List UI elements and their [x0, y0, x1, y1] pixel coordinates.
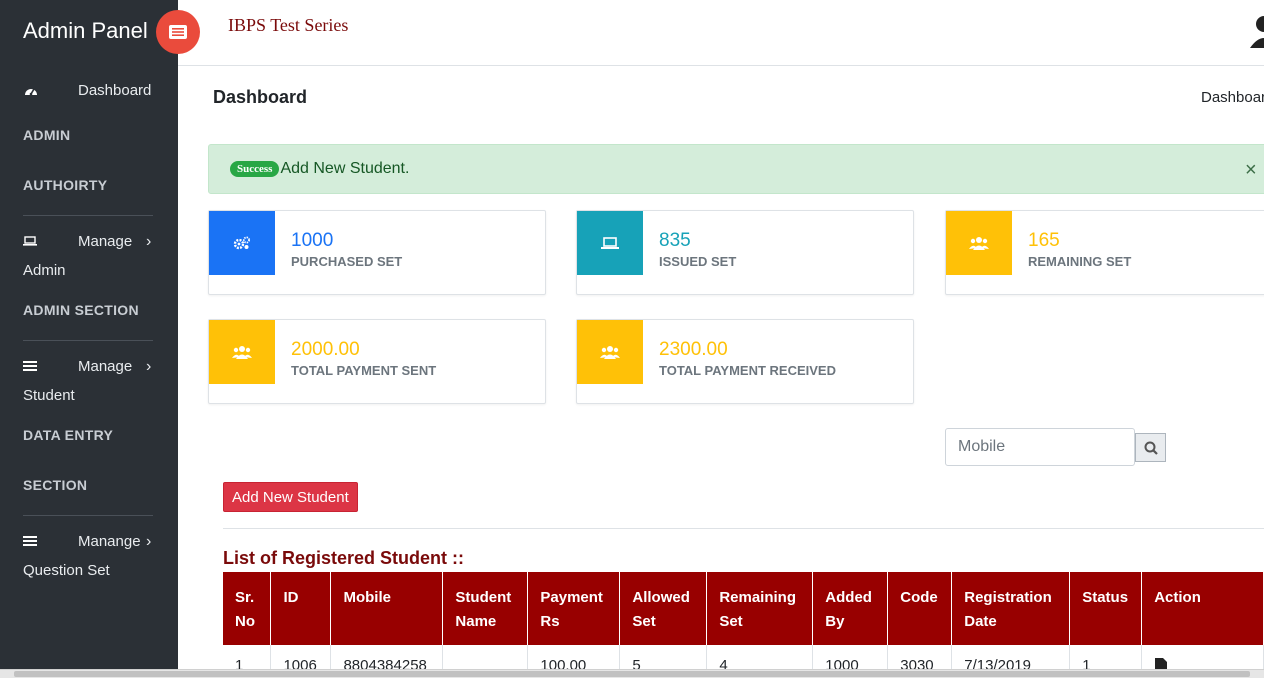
search-icon [1144, 441, 1158, 455]
chevron-right-icon: › [146, 233, 152, 250]
page-title: Dashboard [213, 87, 308, 107]
chevron-right-icon: › [146, 358, 152, 375]
stat-card-issued: 835 ISSUED SET [576, 210, 914, 295]
sidebar: Admin Panel Dashboard ADMIN AUTHOIRTY Ma… [0, 0, 178, 678]
search-button[interactable] [1135, 433, 1166, 462]
sidebar-item-manage-student[interactable]: Manage Student › [0, 351, 178, 411]
column-header[interactable]: ID [270, 572, 332, 645]
users-icon [209, 320, 275, 384]
column-header[interactable]: Student Name [442, 572, 529, 645]
sidebar-item-label: Dashboard [78, 81, 152, 99]
list-title: List of Registered Student :: [223, 548, 465, 568]
column-header[interactable]: Allowed Set [619, 572, 708, 645]
stat-label: ISSUED SET [659, 254, 737, 269]
section-heading: ADMIN [23, 127, 71, 143]
brand-title: Admin Panel [23, 18, 148, 43]
sidebar-toggle-button[interactable] [156, 10, 200, 54]
column-header[interactable]: Action [1141, 572, 1264, 645]
users-icon [577, 320, 643, 384]
column-header[interactable]: Added By [812, 572, 889, 645]
column-header[interactable]: Sr. No [223, 572, 272, 645]
cogs-icon [209, 211, 275, 275]
section-heading: ADMIN SECTION [23, 302, 139, 318]
status-badge: Success [230, 161, 280, 177]
stat-label: REMAINING SET [1028, 254, 1132, 269]
horizontal-scrollbar[interactable] [0, 669, 1264, 678]
users-icon [946, 211, 1012, 275]
stat-value: 2300.00 [659, 339, 728, 360]
sidebar-item-label: Admin [23, 262, 66, 279]
close-icon[interactable]: × [1245, 159, 1257, 182]
stat-card-payment-sent: 2000.00 TOTAL PAYMENT SENT [208, 319, 546, 404]
stat-label: TOTAL PAYMENT SENT [291, 363, 437, 378]
list-icon [23, 361, 39, 371]
laptop-icon [577, 211, 643, 275]
section-heading: AUTHOIRTY [23, 177, 108, 193]
sidebar-item-manage-admin[interactable]: Manage Admin › [0, 226, 178, 286]
menu-icon [169, 25, 187, 39]
stat-card-remaining: 165 REMAINING SET [945, 210, 1264, 295]
stat-label: TOTAL PAYMENT RECEIVED [659, 363, 836, 378]
mobile-search-input[interactable] [945, 428, 1135, 466]
stat-card-purchased: 1000 PURCHASED SET [208, 210, 546, 295]
sidebar-item-manage-question-set[interactable]: Manange Question Set › [0, 526, 178, 586]
sidebar-item-label: Manange [78, 532, 141, 550]
list-icon [23, 536, 39, 546]
user-icon[interactable] [1250, 14, 1264, 53]
sidebar-item-label: Manage [78, 357, 133, 375]
column-header[interactable]: Status [1069, 572, 1143, 645]
section-heading: DATA ENTRY [23, 427, 114, 443]
dashboard-icon [23, 83, 39, 97]
sidebar-item-dashboard[interactable]: Dashboard [0, 62, 178, 118]
chevron-right-icon: › [146, 533, 152, 550]
section-heading: SECTION [23, 477, 88, 493]
top-bar: IBPS Test Series [178, 0, 1264, 66]
scrollbar-thumb[interactable] [14, 671, 1250, 677]
student-table: Sr. No ID Mobile Student Name Payment Rs… [223, 572, 1264, 678]
brand: Admin Panel [0, 0, 178, 62]
stat-value: 2000.00 [291, 339, 360, 360]
breadcrumb[interactable]: Dashboard [1201, 89, 1264, 106]
stat-value: 1000 [291, 230, 334, 251]
column-header[interactable]: Mobile [330, 572, 444, 645]
app-title: IBPS Test Series [228, 15, 349, 35]
laptop-icon [23, 236, 39, 246]
alert-message: Add New Student. [280, 160, 410, 177]
stat-card-payment-received: 2300.00 TOTAL PAYMENT RECEIVED [576, 319, 914, 404]
sidebar-item-label: Question Set [23, 562, 110, 579]
column-header[interactable]: Remaining Set [706, 572, 814, 645]
stat-value: 835 [659, 230, 691, 251]
stat-label: PURCHASED SET [291, 254, 403, 269]
divider [223, 528, 1264, 529]
column-header[interactable]: Payment Rs [527, 572, 621, 645]
stat-value: 165 [1028, 230, 1060, 251]
sidebar-item-label: Manage [78, 232, 133, 250]
column-header[interactable]: Code [887, 572, 953, 645]
column-header[interactable]: Registration Date [951, 572, 1071, 645]
table-header-row: Sr. No ID Mobile Student Name Payment Rs… [223, 572, 1264, 645]
sidebar-item-label: Student [23, 387, 75, 404]
success-alert: Success Add New Student. × [208, 144, 1264, 194]
add-new-student-button[interactable]: Add New Student [223, 482, 358, 512]
